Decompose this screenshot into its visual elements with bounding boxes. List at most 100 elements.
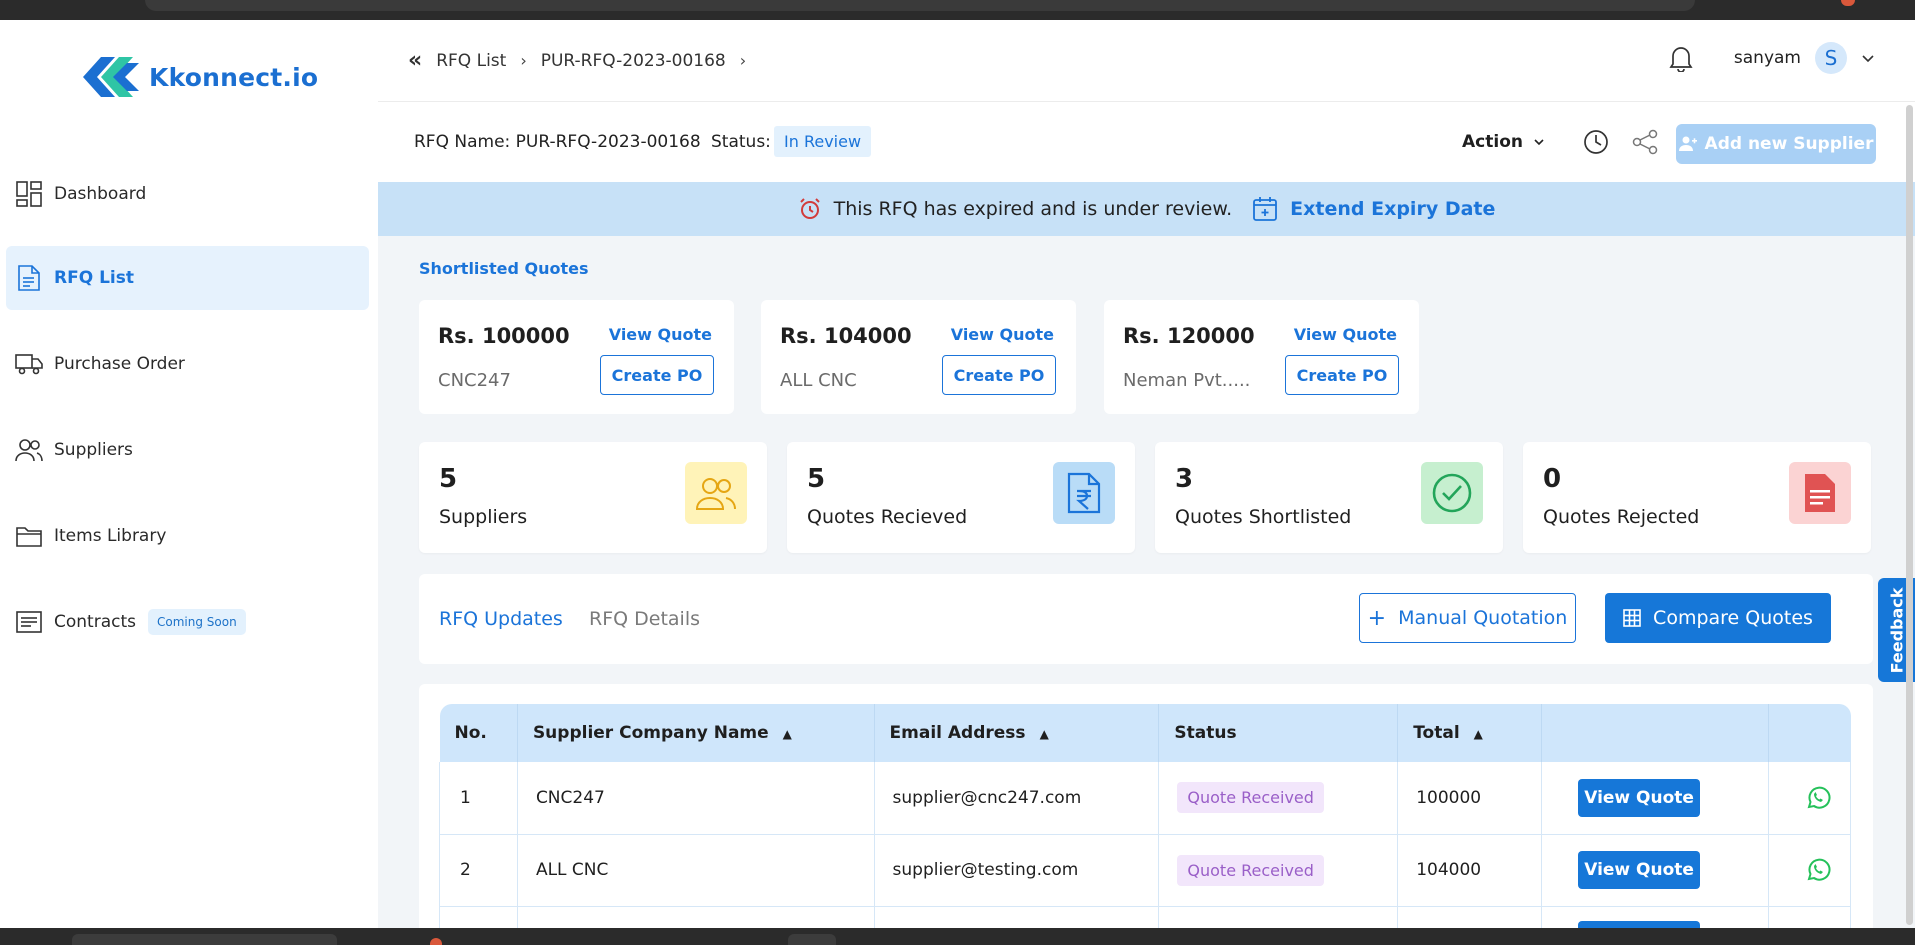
user-menu[interactable]: sanyam S [1668,42,1875,74]
breadcrumb-rfq-list[interactable]: RFQ List [436,51,506,71]
rfq-info-bar: RFQ Name: PUR-RFQ-2023-00168 Status: In … [378,102,1915,182]
shortlisted-quote-card: Rs. 104000 View Quote ALL CNC Create PO [761,300,1076,414]
check-circle-icon [1421,462,1483,524]
rfq-name: RFQ Name: PUR-RFQ-2023-00168 [414,132,701,152]
brand-logo[interactable]: Kkonnect.io [83,55,318,99]
browser-address-bar[interactable] [145,0,1695,11]
page-scrollbar[interactable] [1906,105,1913,925]
calendar-add-icon[interactable] [1252,196,1278,222]
stat-card-quotes-rejected: 0 Quotes Rejected [1523,442,1871,553]
breadcrumb-rfq-id[interactable]: PUR-RFQ-2023-00168 [541,51,726,71]
stat-value: 0 [1543,464,1562,494]
sidebar-item-label: Suppliers [54,440,133,460]
whatsapp-icon[interactable] [1805,857,1831,883]
stat-label: Suppliers [439,506,528,528]
sidebar-item-rfq-list[interactable]: RFQ List [6,246,369,310]
sort-asc-icon[interactable]: ▲ [1040,727,1049,741]
sidebar-item-suppliers[interactable]: Suppliers [6,418,369,482]
sort-asc-icon[interactable]: ▲ [783,727,792,741]
view-quote-button[interactable]: View Quote [1578,778,1701,817]
stat-card-quotes-shortlisted: 3 Quotes Shortlisted [1155,442,1503,553]
document-icon [1789,462,1851,524]
table-header-row: No. Supplier Company Name ▲ Email Address… [439,704,1851,762]
whatsapp-icon[interactable] [1805,785,1831,811]
table-row: 2 ALL CNC supplier@testing.com Quote Rec… [439,834,1852,907]
quote-price: Rs. 104000 [780,324,912,348]
column-header-status: Status [1158,704,1399,762]
alarm-clock-icon [799,198,820,219]
quote-supplier: Neman Pvt..... [1123,370,1251,391]
create-po-button[interactable]: Create PO [942,355,1056,395]
stat-label: Quotes Shortlisted [1175,506,1352,528]
list-icon [14,607,44,637]
cell-company: ALL CNC [517,834,875,907]
action-dropdown[interactable]: Action [1462,132,1545,152]
view-quote-link[interactable]: View Quote [609,325,712,344]
sidebar-item-contracts[interactable]: Contracts Coming Soon [6,590,369,654]
sidebar-item-label: RFQ List [54,268,134,288]
tab-rfq-updates[interactable]: RFQ Updates [439,608,563,630]
dashboard-icon [14,179,44,209]
cell-no: 2 [439,834,518,907]
user-name[interactable]: sanyam [1734,48,1801,68]
chevron-down-icon [1534,139,1544,146]
view-quote-button-partial[interactable] [1578,920,1701,928]
tab-rfq-details[interactable]: RFQ Details [589,608,700,630]
stat-value: 5 [807,464,826,494]
manual-quotation-button[interactable]: + Manual Quotation [1359,593,1576,643]
shortlisted-quote-card: Rs. 120000 View Quote Neman Pvt..... Cre… [1104,300,1419,414]
column-header-total[interactable]: Total ▲ [1397,704,1543,762]
stat-value: 3 [1175,464,1194,494]
column-header-email[interactable]: Email Address ▲ [874,704,1160,762]
column-header-whatsapp [1768,704,1851,762]
suppliers-table-card: No. Supplier Company Name ▲ Email Address… [419,684,1873,928]
cell-status: Quote Received [1158,834,1399,907]
add-new-supplier-button[interactable]: Add new Supplier [1676,124,1876,164]
create-po-button[interactable]: Create PO [600,355,714,395]
sidebar-item-items-library[interactable]: Items Library [6,504,369,568]
cell-total: 104000 [1397,834,1543,907]
column-header-no: No. [439,704,518,762]
taskbar-item[interactable] [72,934,337,945]
browser-profile-dot [1841,0,1855,6]
sidebar: Kkonnect.io Dashboard RFQ List Purchase … [0,20,378,928]
cell-whatsapp [1768,762,1852,835]
column-header-company[interactable]: Supplier Company Name ▲ [517,704,875,762]
create-po-button[interactable]: Create PO [1285,355,1399,395]
shortlisted-quote-card: Rs. 100000 View Quote CNC247 Create PO [419,300,734,414]
cell-action: View Quote [1541,834,1769,907]
cell-total: 100000 [1397,762,1543,835]
sort-asc-icon[interactable]: ▲ [1474,727,1483,741]
extend-expiry-link[interactable]: Extend Expiry Date [1290,198,1495,220]
coming-soon-badge: Coming Soon [148,609,246,635]
taskbar-item[interactable] [788,934,836,945]
bell-icon[interactable] [1668,44,1694,72]
view-quote-link[interactable]: View Quote [951,325,1054,344]
status-label: Status: [711,132,771,152]
history-icon[interactable] [1582,128,1610,156]
cell-no: 1 [439,762,518,835]
rfq-tabs-bar: RFQ Updates RFQ Details + Manual Quotati… [419,574,1873,664]
browser-bottom-bar [0,928,1915,945]
sidebar-item-dashboard[interactable]: Dashboard [6,162,369,226]
cell-status: Quote Received [1158,762,1399,835]
grid-icon [1623,609,1641,627]
avatar[interactable]: S [1815,42,1847,74]
stat-label: Quotes Rejected [1543,506,1700,528]
stat-value: 5 [439,464,458,494]
chevron-down-icon[interactable] [1861,51,1875,65]
main-content: This RFQ has expired and is under review… [378,182,1915,928]
cell-whatsapp [1768,834,1852,907]
share-icon[interactable] [1631,128,1659,156]
compare-quotes-label: Compare Quotes [1653,607,1813,629]
view-quote-link[interactable]: View Quote [1294,325,1397,344]
view-quote-button[interactable]: View Quote [1578,851,1701,889]
expiry-banner: This RFQ has expired and is under review… [378,182,1915,236]
users-icon [685,462,747,524]
compare-quotes-button[interactable]: Compare Quotes [1605,593,1831,643]
collapse-sidebar-icon[interactable]: « [408,48,422,73]
plus-icon: + [1367,605,1387,631]
manual-quotation-label: Manual Quotation [1398,607,1568,629]
kkonnect-logo-icon [83,57,139,97]
sidebar-item-purchase-order[interactable]: Purchase Order [6,332,369,396]
